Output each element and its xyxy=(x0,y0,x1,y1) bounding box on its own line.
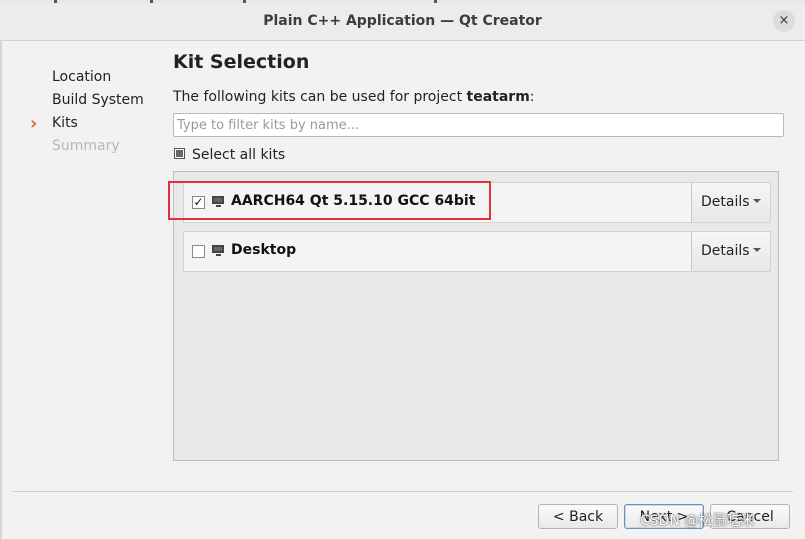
kit-row-desktop: Desktop Details xyxy=(183,231,771,272)
back-button[interactable]: < Back xyxy=(538,504,618,529)
wizard-steps: Location Build System › Kits Summary xyxy=(30,69,144,161)
monitor-icon xyxy=(212,245,224,256)
kit-desktop-name: Desktop xyxy=(231,242,297,258)
current-step-chevron-icon: › xyxy=(30,113,38,134)
kit-desktop-details-button[interactable]: Details xyxy=(691,232,770,271)
close-icon[interactable]: × xyxy=(773,10,795,32)
details-label: Details xyxy=(701,194,750,210)
cancel-button[interactable]: Cancel xyxy=(710,504,790,529)
chevron-down-icon xyxy=(753,199,761,203)
button-separator xyxy=(12,491,793,492)
next-button[interactable]: Next > xyxy=(624,504,704,529)
kit-row-aarch64: ✓ AARCH64 Qt 5.15.10 GCC 64bit Details xyxy=(183,182,771,223)
description-suffix: : xyxy=(529,89,535,105)
page-title: Kit Selection xyxy=(173,51,310,73)
select-all-label: Select all kits xyxy=(192,147,286,163)
window-title: Plain C++ Application — Qt Creator xyxy=(263,13,542,29)
step-summary: Summary xyxy=(52,138,120,154)
project-name: teatarm xyxy=(466,89,530,105)
select-all-checkbox[interactable] xyxy=(174,148,185,159)
kit-desktop-checkbox[interactable] xyxy=(192,245,205,258)
kit-filter-input[interactable] xyxy=(173,113,784,137)
title-bar: Plain C++ Application — Qt Creator × xyxy=(0,3,805,41)
step-kits: › Kits xyxy=(30,115,144,138)
wizard-content: Location Build System › Kits Summary Kit… xyxy=(0,41,805,539)
step-build-system: Build System xyxy=(52,92,144,108)
page-description: The following kits can be used for proje… xyxy=(173,89,535,105)
step-kits-label: Kits xyxy=(52,115,78,131)
window-left-edge xyxy=(0,41,2,539)
kits-list: ✓ AARCH64 Qt 5.15.10 GCC 64bit Details D… xyxy=(173,171,779,461)
chevron-down-icon xyxy=(753,248,761,252)
step-location: Location xyxy=(52,69,112,85)
details-label: Details xyxy=(701,243,750,259)
kit-aarch64-details-button[interactable]: Details xyxy=(691,183,770,222)
kit-aarch64-checkbox[interactable]: ✓ xyxy=(192,196,205,209)
description-prefix: The following kits can be used for proje… xyxy=(173,89,467,105)
kit-aarch64-name: AARCH64 Qt 5.15.10 GCC 64bit xyxy=(231,193,476,209)
monitor-icon xyxy=(212,196,224,207)
